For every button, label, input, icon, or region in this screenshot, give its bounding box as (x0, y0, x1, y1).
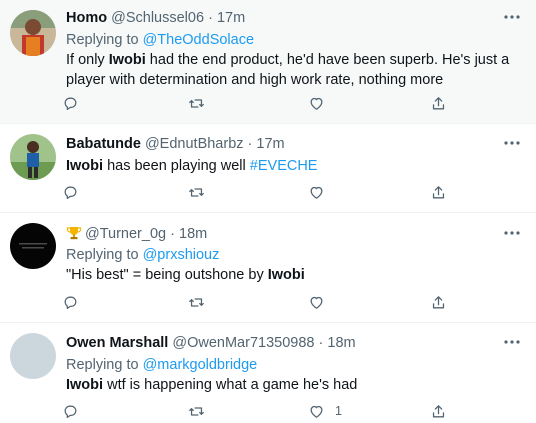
retweet-button[interactable] (188, 182, 205, 202)
share-button[interactable] (430, 292, 447, 312)
tweet-actions (62, 292, 452, 312)
heart-icon (310, 97, 323, 110)
tweet-text: Iwobi has been playing well #EVECHE (66, 157, 526, 177)
separator-dot: · (318, 335, 324, 351)
like-button[interactable] (308, 182, 335, 202)
tweet-timestamp[interactable]: 18m (179, 226, 207, 242)
tweet-header: @Turner_0g · 18m (66, 225, 526, 244)
user-handle[interactable]: @Turner_0g (85, 226, 166, 242)
tweet-timestamp[interactable]: 17m (256, 136, 284, 152)
tweet-timestamp[interactable]: 17m (217, 10, 245, 26)
more-options-button[interactable] (502, 335, 522, 349)
reply-icon (64, 186, 77, 199)
retweet-button[interactable] (188, 93, 205, 113)
more-icon (504, 231, 520, 235)
retweet-icon (189, 98, 204, 108)
separator-dot: · (208, 10, 213, 26)
retweet-icon (189, 406, 204, 416)
trophy-icon (66, 227, 82, 240)
heart-icon (310, 405, 323, 418)
replying-to-label: Replying to (66, 32, 143, 48)
tweet-text-post: wtf is happening what a game he's had (103, 377, 358, 393)
tweet-text-highlight: Iwobi (66, 377, 104, 393)
reply-icon (64, 405, 77, 418)
like-button[interactable] (308, 93, 335, 113)
tweet-actions (62, 93, 452, 113)
tweet-feed: Homo @Schlussel06 · 17m Replying to @The… (0, 0, 536, 423)
tweet-text: "His best" = being outshone by Iwobi (66, 266, 526, 286)
avatar[interactable] (10, 223, 56, 269)
heart-icon (310, 296, 323, 309)
avatar[interactable] (10, 10, 56, 56)
like-button[interactable] (308, 292, 335, 312)
retweet-icon (189, 297, 204, 307)
more-options-button[interactable] (502, 226, 522, 240)
tweet-1[interactable]: Homo @Schlussel06 · 17m Replying to @The… (0, 0, 536, 124)
tweet-actions (62, 182, 452, 202)
reply-button[interactable] (62, 401, 79, 421)
like-count: 1 (335, 404, 342, 418)
replying-to-label: Replying to (66, 357, 143, 373)
replying-to-line: Replying to @markgoldbridge (66, 356, 526, 375)
more-options-button[interactable] (502, 136, 522, 150)
reply-button[interactable] (62, 93, 79, 113)
tweet-3[interactable]: @Turner_0g · 18m Replying to @prxshiouz … (0, 213, 536, 323)
share-button[interactable] (430, 93, 447, 113)
tweet-header: Babatunde @EdnutBharbz · 17m (66, 135, 526, 154)
tweet-4[interactable]: Owen Marshall @OwenMar71350988 · 18m Rep… (0, 323, 536, 423)
replying-to-mention[interactable]: @prxshiouz (143, 247, 220, 263)
retweet-icon (189, 187, 204, 197)
more-options-button[interactable] (502, 10, 522, 24)
reply-button[interactable] (62, 292, 79, 312)
display-name[interactable]: Homo (66, 10, 107, 26)
tweet-text-highlight: Iwobi (108, 52, 146, 68)
replying-to-line: Replying to @prxshiouz (66, 246, 526, 265)
share-button[interactable] (430, 182, 447, 202)
more-icon (504, 15, 520, 19)
replying-to-mention[interactable]: @markgoldbridge (143, 357, 258, 373)
tweet-timestamp[interactable]: 18m (327, 335, 355, 351)
more-icon (504, 340, 520, 344)
share-icon (432, 295, 445, 308)
tweet-text-highlight: Iwobi (267, 267, 305, 283)
share-icon (432, 96, 445, 109)
retweet-button[interactable] (188, 401, 205, 421)
tweet-text-highlight: Iwobi (66, 158, 104, 174)
share-button[interactable] (430, 401, 447, 421)
tweet-text-pre: If only (66, 52, 109, 68)
share-icon (432, 185, 445, 198)
retweet-button[interactable] (188, 292, 205, 312)
user-handle[interactable]: @OwenMar71350988 (172, 335, 314, 351)
share-icon (432, 404, 445, 417)
separator-dot: · (247, 136, 253, 152)
display-name[interactable]: Owen Marshall (66, 335, 168, 351)
replying-to-label: Replying to (66, 247, 143, 263)
avatar[interactable] (10, 333, 56, 379)
reply-button[interactable] (62, 182, 79, 202)
like-button[interactable]: 1 (308, 401, 342, 421)
hashtag-link[interactable]: #EVECHE (250, 158, 318, 174)
tweet-actions: 1 (62, 401, 452, 421)
tweet-header: Homo @Schlussel06 · 17m (66, 9, 526, 28)
user-handle[interactable]: @Schlussel06 (111, 10, 204, 26)
avatar[interactable] (10, 134, 56, 180)
user-handle[interactable]: @EdnutBharbz (145, 136, 244, 152)
replying-to-mention[interactable]: @TheOddSolace (143, 32, 254, 48)
replying-to-line: Replying to @TheOddSolace (66, 31, 526, 50)
tweet-header: Owen Marshall @OwenMar71350988 · 18m (66, 334, 526, 353)
heart-icon (310, 186, 323, 199)
reply-icon (64, 296, 77, 309)
separator-dot: · (170, 226, 175, 242)
reply-icon (64, 97, 77, 110)
tweet-text: Iwobi wtf is happening what a game he's … (66, 376, 526, 396)
tweet-2[interactable]: Babatunde @EdnutBharbz · 17m Iwobi has b… (0, 124, 536, 213)
tweet-text-post: has been playing well (103, 158, 250, 174)
more-icon (504, 141, 520, 145)
tweet-text-pre: "His best" = being outshone by (66, 267, 268, 283)
tweet-text: If only Iwobi had the end product, he'd … (66, 51, 526, 90)
display-name[interactable]: Babatunde (66, 136, 141, 152)
